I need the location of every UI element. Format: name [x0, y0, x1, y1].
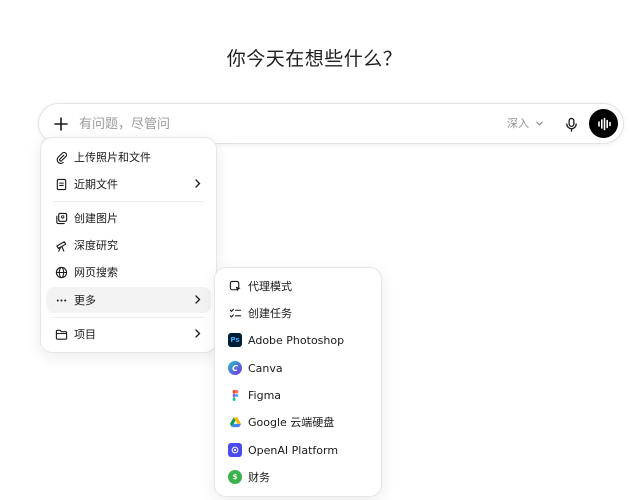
prompt-input[interactable]	[79, 112, 479, 136]
menu-item-label: OpenAI Platform	[248, 443, 339, 457]
menu-divider	[53, 201, 204, 202]
menu-item-label: 代理模式	[248, 280, 292, 293]
canva-icon: C	[228, 361, 242, 375]
menu-item-label: 财务	[248, 471, 270, 484]
dictate-button[interactable]	[561, 114, 581, 134]
menu-item-web-search[interactable]: 网页搜索	[46, 259, 211, 285]
attach-menu: 上传照片和文件 近期文件 创建图片 深度研究 网页搜索 更多 项目	[40, 137, 217, 353]
submenu-item-figma[interactable]: Figma	[220, 382, 376, 408]
menu-item-label: 近期文件	[74, 178, 118, 191]
image-icon	[55, 212, 67, 224]
menu-item-label: 上传照片和文件	[74, 151, 151, 164]
more-submenu: 代理模式 创建任务 Ps Adobe Photoshop C Canva Fig…	[214, 267, 382, 497]
telescope-icon	[55, 240, 66, 252]
waveform-icon	[597, 117, 611, 130]
voice-mode-button[interactable]	[589, 109, 618, 138]
submenu-item-openai-platform[interactable]: OpenAI Platform	[220, 437, 376, 463]
add-attachment-button[interactable]	[47, 110, 75, 138]
menu-item-projects[interactable]: 项目	[46, 321, 211, 347]
finance-icon: $	[228, 470, 242, 484]
menu-item-more[interactable]: 更多	[46, 287, 211, 313]
menu-item-label: 网页搜索	[74, 266, 118, 279]
file-icon	[56, 178, 66, 190]
menu-item-label: 创建任务	[248, 307, 292, 320]
chevron-right-icon	[195, 295, 201, 304]
plus-icon	[54, 117, 68, 131]
menu-item-label: 深度研究	[74, 239, 118, 252]
chevron-down-icon	[536, 121, 543, 126]
globe-icon	[55, 266, 67, 278]
chevron-right-icon	[195, 179, 201, 188]
google-drive-icon	[229, 416, 241, 427]
menu-item-create-image[interactable]: 创建图片	[46, 205, 211, 231]
menu-item-label: Google 云端硬盘	[248, 416, 335, 429]
chevron-right-icon	[195, 329, 201, 338]
folder-icon	[55, 329, 67, 340]
agent-icon	[229, 280, 241, 291]
microphone-icon	[565, 117, 577, 132]
task-list-icon	[229, 308, 241, 317]
menu-item-label: 创建图片	[74, 212, 118, 225]
menu-item-label: Adobe Photoshop	[248, 333, 345, 347]
figma-icon	[232, 389, 238, 401]
menu-item-label: Figma	[248, 388, 282, 402]
menu-item-upload[interactable]: 上传照片和文件	[46, 144, 211, 170]
menu-item-label: Canva	[248, 361, 283, 375]
ellipsis-icon	[56, 298, 66, 302]
submenu-item-agent-mode[interactable]: 代理模式	[220, 273, 376, 299]
menu-item-label: 项目	[74, 328, 96, 341]
submenu-item-google-drive[interactable]: Google 云端硬盘	[220, 409, 376, 435]
menu-item-deep-research[interactable]: 深度研究	[46, 232, 211, 258]
openai-platform-icon	[228, 443, 242, 457]
mode-selector[interactable]: 深入	[507, 115, 544, 131]
submenu-item-photoshop[interactable]: Ps Adobe Photoshop	[220, 327, 376, 353]
paperclip-icon	[56, 151, 67, 164]
submenu-item-canva[interactable]: C Canva	[220, 355, 376, 381]
mode-label: 深入	[507, 117, 529, 130]
submenu-item-finance[interactable]: $ 财务	[220, 464, 376, 490]
photoshop-icon: Ps	[228, 333, 242, 347]
menu-divider	[53, 317, 204, 318]
menu-item-label: 更多	[74, 294, 96, 307]
submenu-item-create-task[interactable]: 创建任务	[220, 300, 376, 326]
page-headline: 你今天在想些什么？	[226, 48, 403, 70]
menu-item-recent-files[interactable]: 近期文件	[46, 171, 211, 197]
